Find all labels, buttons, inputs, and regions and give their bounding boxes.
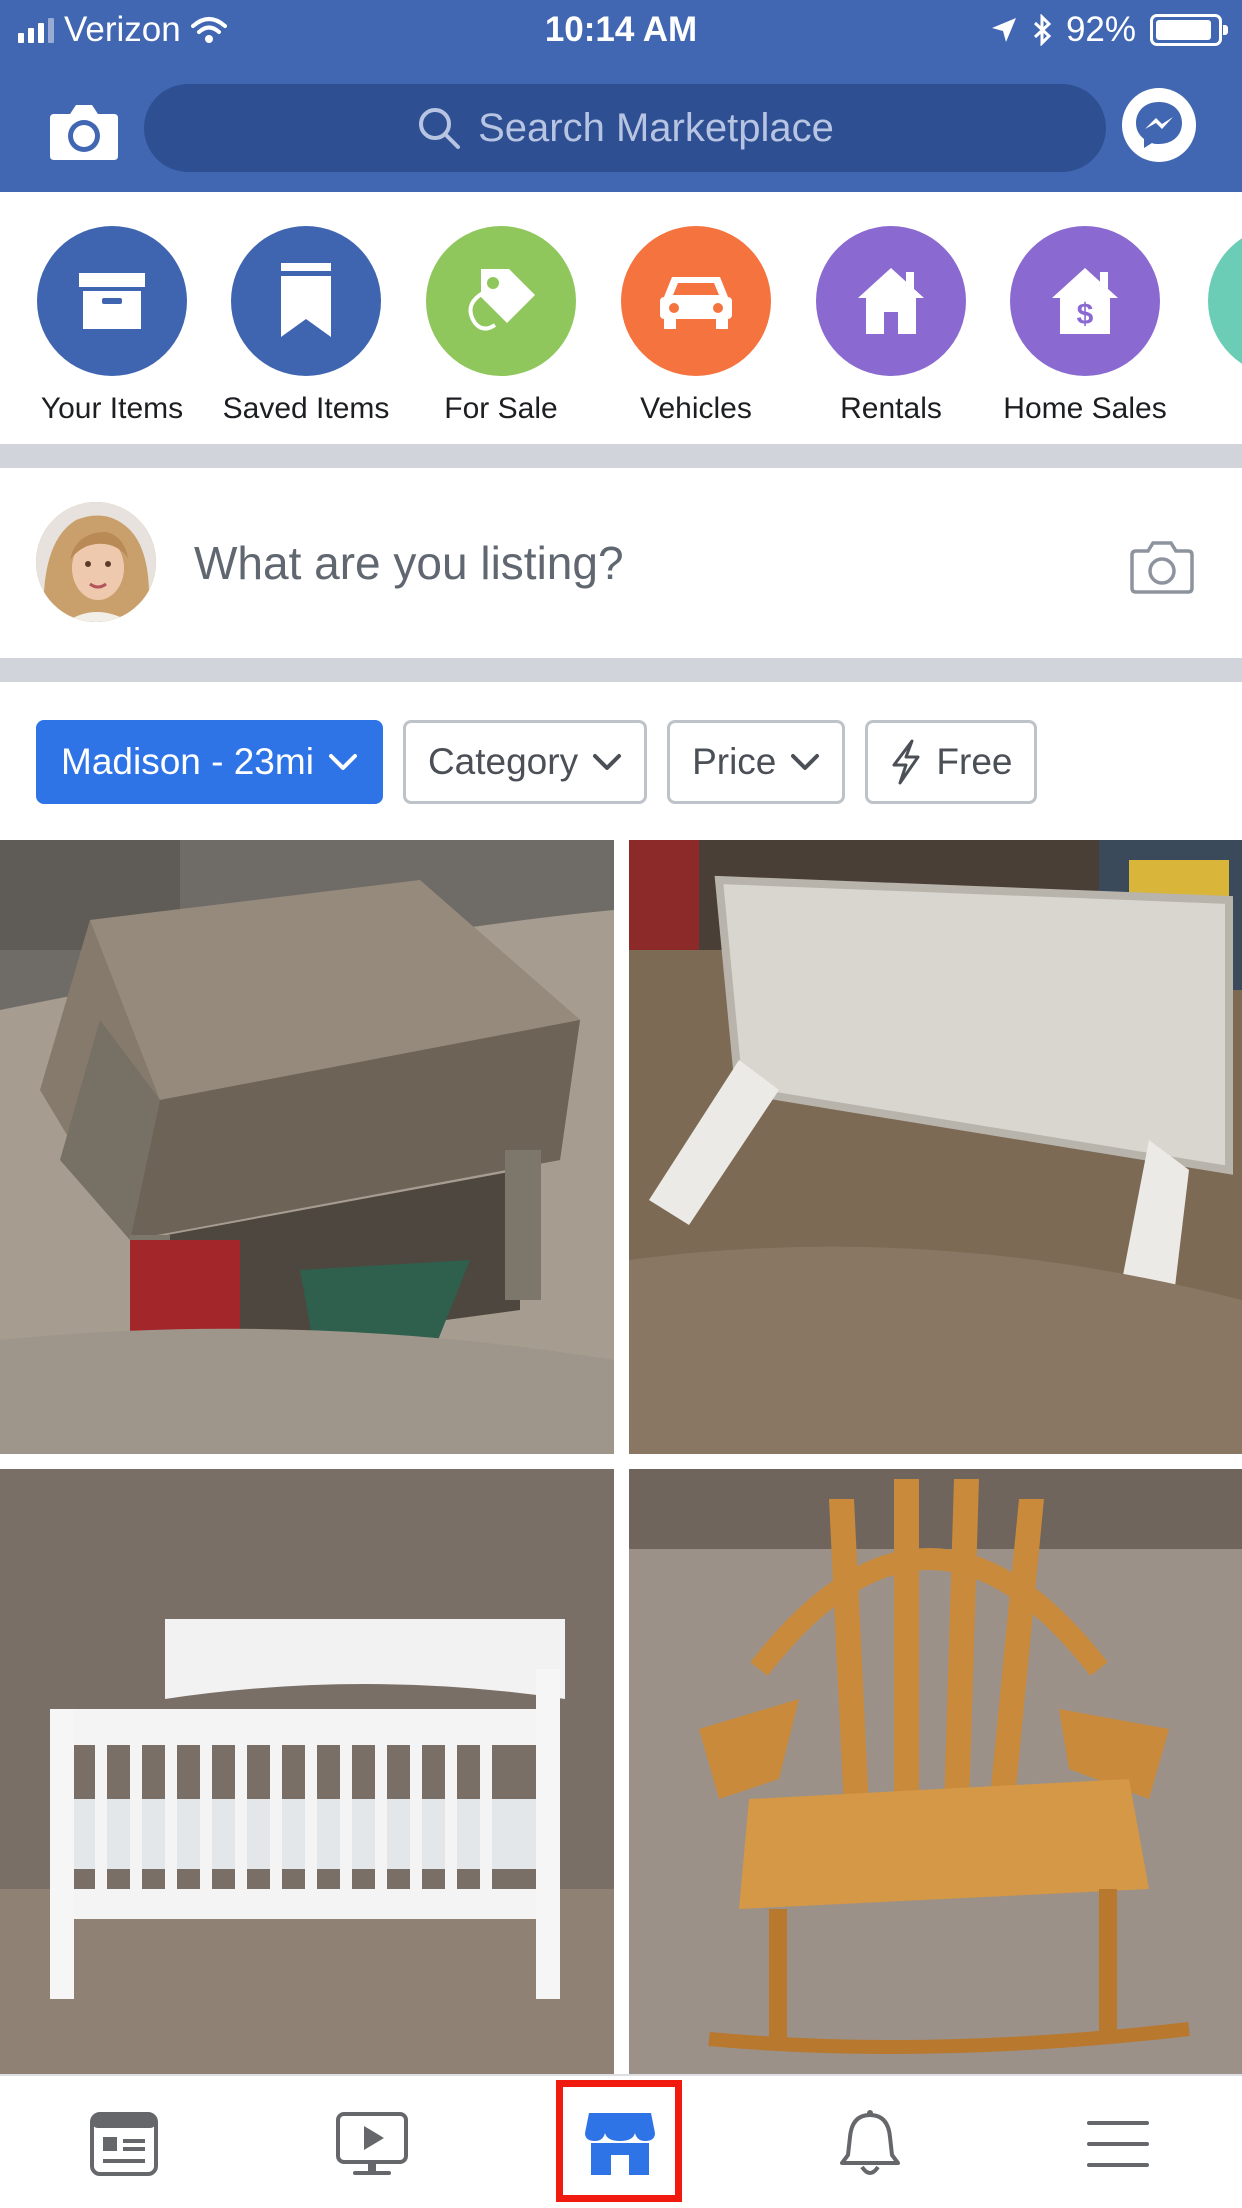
listing-tile-bed-rail[interactable]: [629, 840, 1242, 1454]
watch-icon: [336, 2112, 408, 2175]
filter-label: Category: [427, 741, 579, 782]
listing-photo: [629, 1469, 1242, 2074]
listing-photo: [0, 1469, 614, 2074]
category-filter-chip[interactable]: Category: [402, 720, 648, 804]
menu-icon: [1087, 2121, 1149, 2167]
listing-photo: [629, 840, 1242, 1454]
category-for-sale[interactable]: For Sale: [406, 226, 596, 426]
svg-text:$: $: [1077, 298, 1094, 331]
category-saved-items[interactable]: Saved Items: [211, 226, 401, 426]
box-icon: [37, 226, 187, 376]
search-placeholder: Search Marketplace: [478, 105, 834, 150]
status-right: 92%: [990, 10, 1228, 50]
filter-bar: Madison - 23mi Category Price Free: [36, 720, 1038, 804]
section-divider: [0, 658, 1242, 682]
free-filter-chip[interactable]: Free: [865, 720, 1038, 804]
location-filter-chip[interactable]: Madison - 23mi: [36, 720, 383, 804]
category-label: Home Sales: [1003, 392, 1167, 425]
category-label: For Sale: [444, 392, 558, 425]
filter-label: Price: [692, 741, 777, 782]
listing-photo: [0, 840, 614, 1454]
listing-composer[interactable]: What are you listing?: [0, 468, 1242, 658]
nav-notifications[interactable]: [830, 2104, 910, 2184]
category-home-sales[interactable]: $ Home Sales: [990, 226, 1180, 426]
nav-menu[interactable]: [1078, 2104, 1158, 2184]
chevron-down-icon: [791, 754, 820, 770]
category-label: Your Items: [40, 392, 184, 425]
category-vehicles[interactable]: Vehicles: [601, 226, 791, 426]
category-rentals[interactable]: Rentals: [796, 226, 986, 426]
notifications-icon: [840, 2110, 900, 2175]
filter-label: Madison - 23mi: [61, 741, 314, 782]
composer-prompt[interactable]: What are you listing?: [194, 536, 624, 590]
avatar[interactable]: [36, 502, 156, 622]
tag-icon: [426, 226, 576, 376]
chevron-down-icon: [593, 754, 622, 770]
messenger-button[interactable]: [1122, 88, 1196, 162]
category-label: Vehicles: [640, 392, 752, 425]
filter-label: Free: [936, 741, 1013, 782]
location-arrow-icon: [991, 18, 1016, 42]
house-icon: [816, 226, 966, 376]
category-next-partial[interactable]: [1208, 226, 1242, 376]
house-dollar-icon: $: [1010, 226, 1160, 376]
category-your-items[interactable]: Your Items: [17, 226, 207, 426]
photo-camera-icon[interactable]: [1130, 538, 1194, 594]
category-label: Saved Items: [222, 392, 390, 425]
car-icon: [621, 226, 771, 376]
listing-tile-rocking-chair[interactable]: [629, 1469, 1242, 2074]
nav-news-feed[interactable]: [84, 2104, 164, 2184]
messenger-icon: [1136, 102, 1182, 148]
listing-tile-crib[interactable]: [0, 1469, 614, 2074]
bookmark-icon: [231, 226, 381, 376]
app-header: Verizon 10:14 AM 92% Search Marketplace: [0, 0, 1242, 192]
category-strip: Your Items Saved Items For Sale Vehicles…: [0, 192, 1242, 444]
price-filter-chip[interactable]: Price: [667, 720, 846, 804]
chevron-down-icon: [328, 754, 357, 770]
status-bar: Verizon 10:14 AM 92%: [0, 0, 1242, 62]
news-feed-icon: [90, 2112, 158, 2176]
battery-icon: [1150, 14, 1228, 46]
battery-percent: 92%: [1065, 10, 1136, 49]
bluetooth-icon: [1033, 14, 1052, 46]
listing-tile-coffee-table[interactable]: [0, 840, 614, 1454]
search-bar[interactable]: Search Marketplace: [144, 84, 1106, 172]
marketplace-highlight-box: [556, 2080, 682, 2202]
section-divider: [0, 444, 1242, 468]
search-icon: [419, 108, 461, 149]
category-label: Rentals: [840, 392, 942, 425]
lightning-icon: [892, 739, 920, 785]
camera-icon[interactable]: [48, 100, 120, 162]
nav-watch[interactable]: [332, 2104, 412, 2184]
